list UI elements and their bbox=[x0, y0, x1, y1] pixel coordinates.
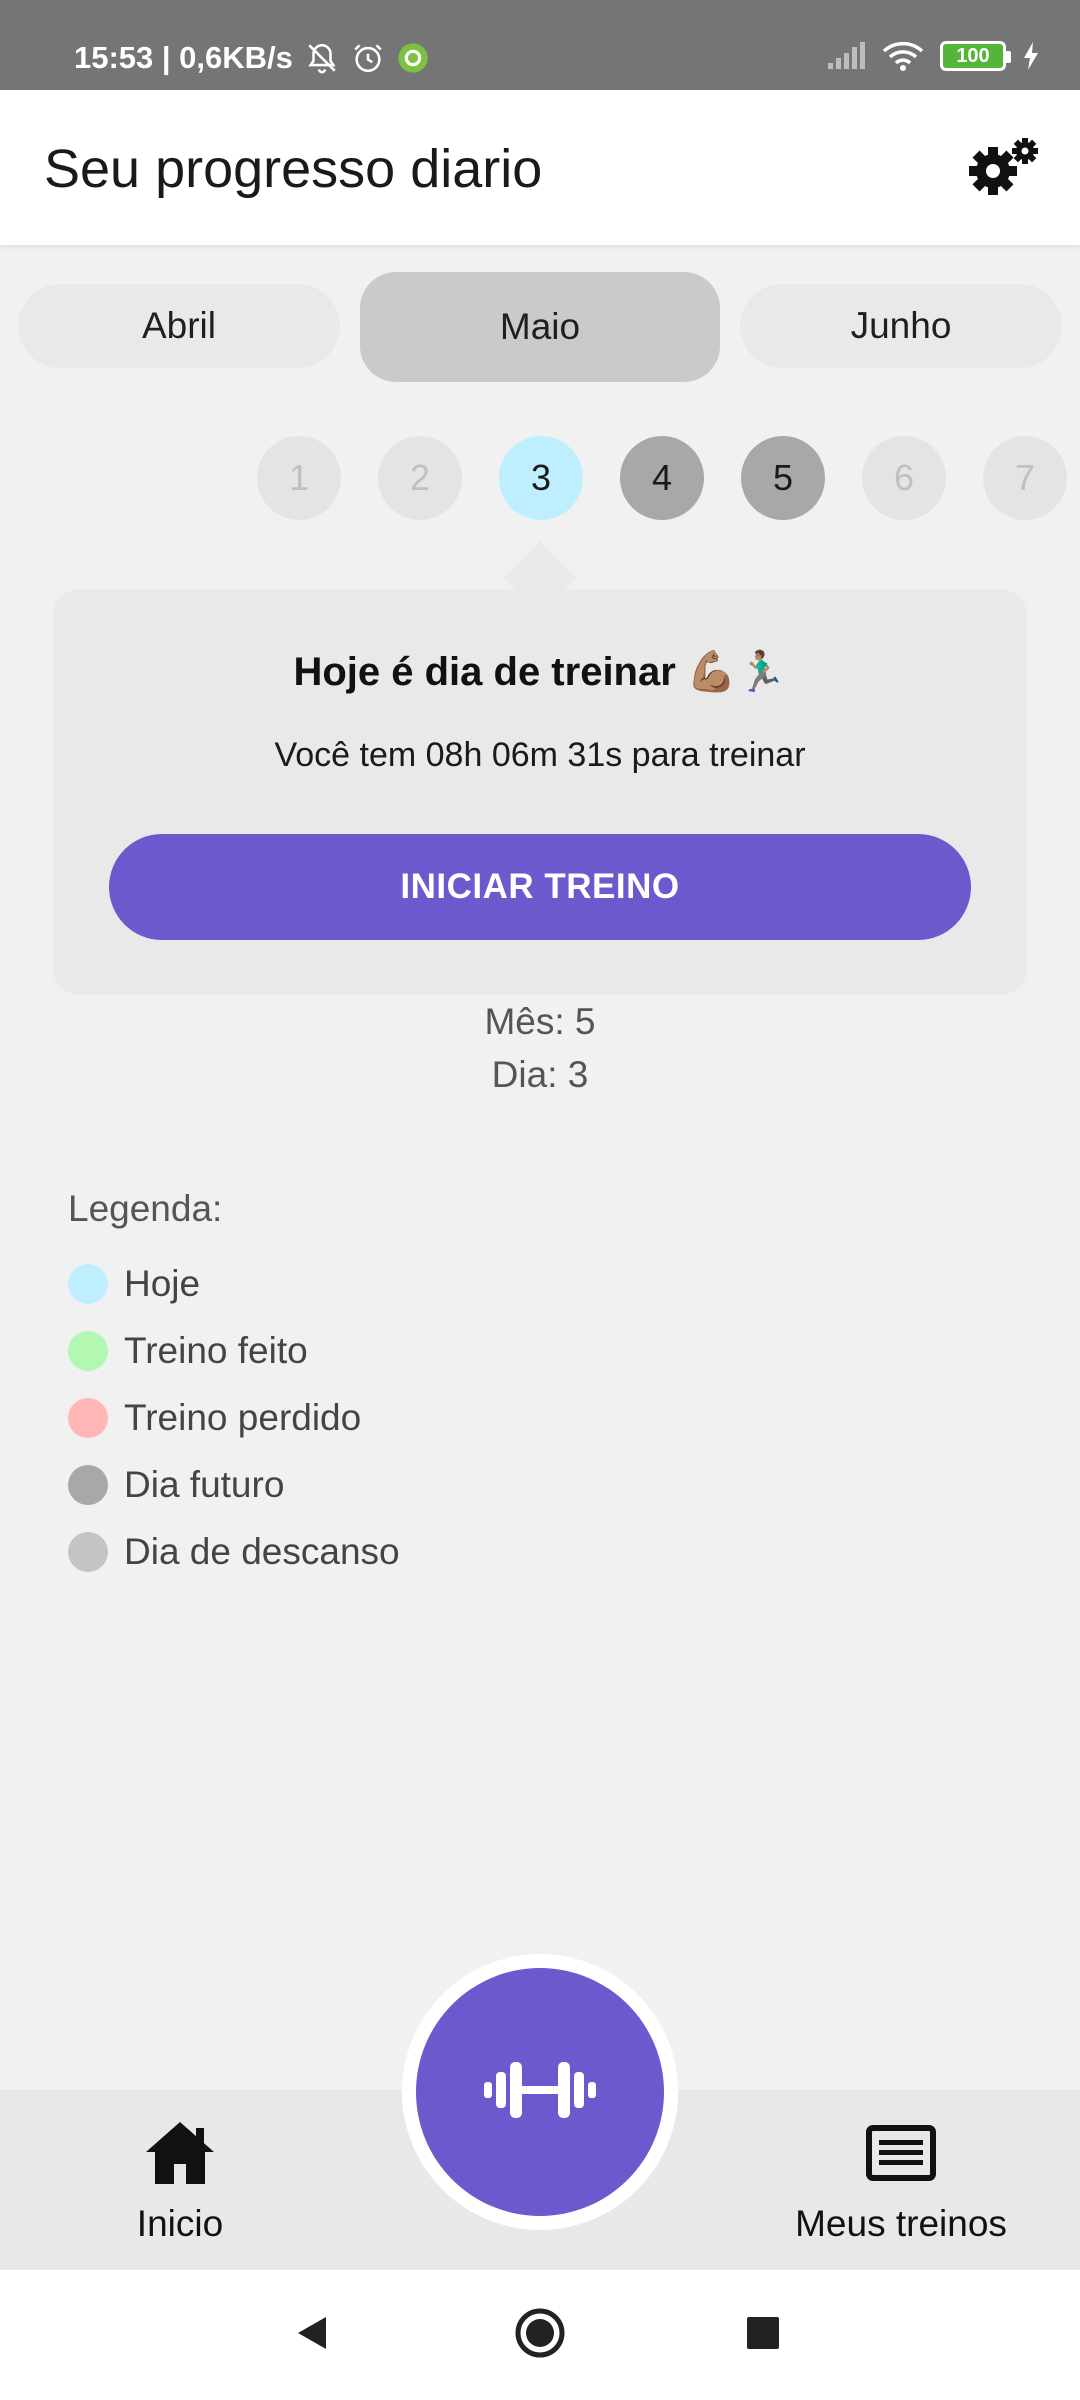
training-card: Hoje é dia de treinar 💪🏽🏃🏽‍♂️ Você tem 0… bbox=[54, 590, 1026, 994]
nav-my-workouts[interactable]: Meus treinos bbox=[751, 2120, 1051, 2245]
legend-dot-future bbox=[68, 1464, 108, 1505]
legend-title: Legenda: bbox=[68, 1188, 223, 1229]
settings-button[interactable] bbox=[964, 134, 1044, 204]
recents-square-icon bbox=[745, 2315, 781, 2356]
day-7[interactable]: 7 bbox=[983, 436, 1067, 520]
app-bar: Seu progresso diario bbox=[0, 90, 1080, 245]
battery-icon: 100 bbox=[940, 41, 1011, 71]
legend-item: Dia de descanso bbox=[68, 1518, 400, 1585]
dumbbell-icon bbox=[482, 2058, 598, 2127]
bell-off-icon bbox=[305, 41, 339, 75]
status-time-speed: 15:53 | 0,6KB/s bbox=[74, 40, 293, 75]
charging-icon bbox=[1022, 41, 1040, 71]
legend-dot-done bbox=[68, 1330, 108, 1371]
list-icon bbox=[865, 2120, 937, 2191]
system-navigation-bar bbox=[0, 2270, 1080, 2400]
status-bar: 15:53 | 0,6KB/s 100 bbox=[0, 0, 1080, 90]
legend-label: Treino perdido bbox=[124, 1396, 362, 1438]
day-3[interactable]: 3 bbox=[499, 436, 583, 520]
workout-fab-button[interactable] bbox=[416, 1968, 664, 2216]
signal-icon bbox=[826, 41, 866, 71]
alarm-icon bbox=[351, 41, 385, 75]
legend-label: Treino feito bbox=[124, 1329, 308, 1371]
recents-button[interactable] bbox=[703, 2270, 823, 2400]
wifi-icon bbox=[882, 40, 924, 72]
back-triangle-icon bbox=[292, 2313, 332, 2358]
day-5[interactable]: 5 bbox=[741, 436, 825, 520]
month-info: Mês: 5 bbox=[484, 1001, 596, 1042]
day-selector: 1 2 3 4 5 6 7 bbox=[0, 436, 1080, 522]
legend: Legenda: Hoje Treino feito Treino perdid… bbox=[68, 1188, 400, 1585]
gear-icon bbox=[967, 137, 1041, 202]
nav-home-label: Inicio bbox=[136, 2203, 224, 2244]
legend-label: Dia futuro bbox=[124, 1463, 285, 1505]
countdown-text: Você tem 08h 06m 31s para treinar bbox=[274, 736, 806, 774]
battery-level: 100 bbox=[956, 44, 990, 67]
month-tab-abril[interactable]: Abril bbox=[18, 284, 340, 368]
day-2[interactable]: 2 bbox=[378, 436, 462, 520]
back-button[interactable] bbox=[252, 2270, 372, 2400]
month-tab-maio[interactable]: Maio bbox=[360, 272, 720, 382]
legend-item: Treino feito bbox=[68, 1317, 400, 1384]
legend-label: Dia de descanso bbox=[124, 1530, 400, 1572]
app-notification-icon bbox=[397, 42, 429, 74]
nav-my-workouts-label: Meus treinos bbox=[795, 2203, 1007, 2244]
day-4[interactable]: 4 bbox=[620, 436, 704, 520]
home-circle-icon bbox=[514, 2307, 566, 2364]
month-selector: Abril Maio Junho bbox=[0, 272, 1080, 384]
legend-item: Hoje bbox=[68, 1250, 400, 1317]
start-workout-button[interactable]: INICIAR TREINO bbox=[109, 834, 971, 940]
month-tab-junho[interactable]: Junho bbox=[740, 284, 1062, 368]
status-bar-right: 100 bbox=[826, 40, 1040, 72]
card-title: Hoje é dia de treinar 💪🏽🏃🏽‍♂️ bbox=[293, 650, 787, 694]
home-icon bbox=[144, 2120, 216, 2191]
legend-dot-rest bbox=[68, 1531, 108, 1572]
day-6[interactable]: 6 bbox=[862, 436, 946, 520]
day-1[interactable]: 1 bbox=[257, 436, 341, 520]
home-system-button[interactable] bbox=[480, 2270, 600, 2400]
status-bar-left: 15:53 | 0,6KB/s bbox=[74, 40, 429, 76]
nav-home[interactable]: Inicio bbox=[30, 2120, 330, 2245]
legend-label: Hoje bbox=[124, 1262, 201, 1304]
page-title: Seu progresso diario bbox=[44, 139, 543, 199]
day-info: Dia: 3 bbox=[491, 1054, 589, 1095]
legend-item: Treino perdido bbox=[68, 1384, 400, 1451]
legend-item: Dia futuro bbox=[68, 1451, 400, 1518]
legend-dot-today bbox=[68, 1263, 108, 1304]
legend-dot-missed bbox=[68, 1397, 108, 1438]
